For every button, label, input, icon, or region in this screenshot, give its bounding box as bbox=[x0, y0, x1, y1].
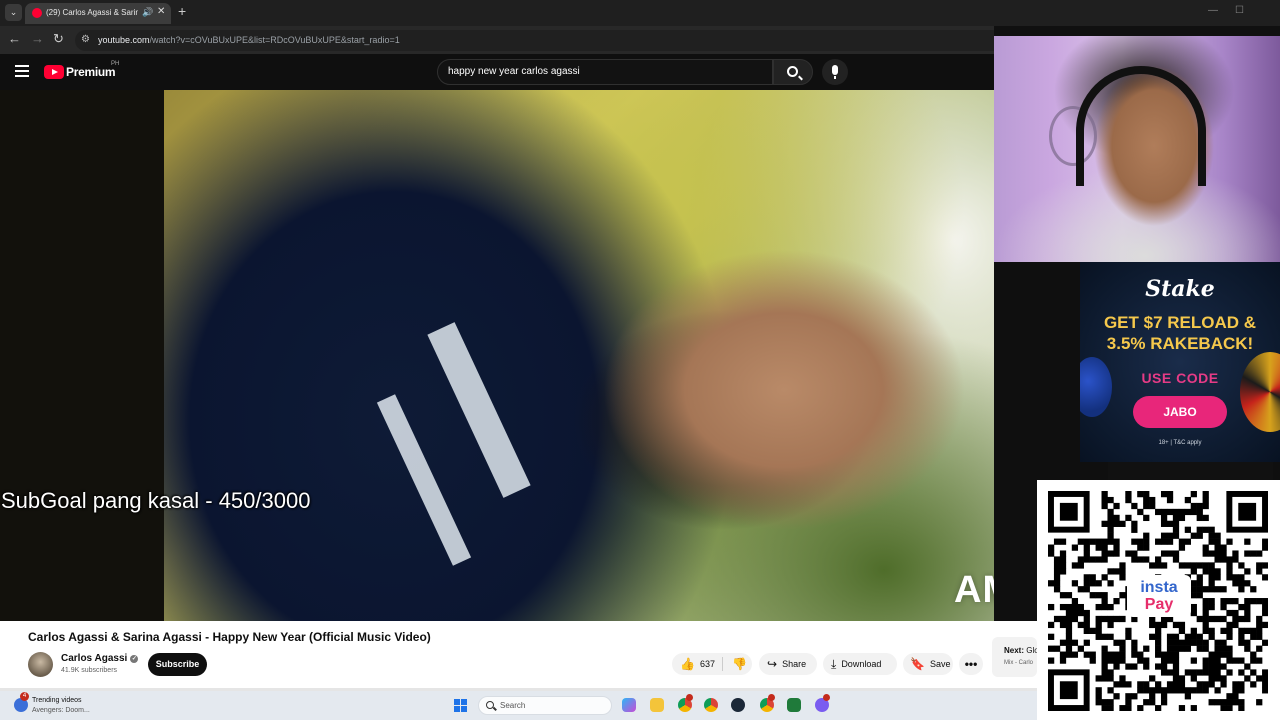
video-details: Carlos Agassi & Sarina Agassi - Happy Ne… bbox=[0, 621, 1037, 688]
reload-button[interactable]: ↻ bbox=[53, 31, 64, 47]
voice-search-button[interactable] bbox=[822, 59, 848, 85]
ad-roulette-graphic bbox=[1240, 352, 1280, 432]
microphone-icon bbox=[832, 65, 838, 79]
like-count: 637 bbox=[699, 659, 715, 669]
widgets-badge: 4 bbox=[20, 692, 29, 701]
download-icon: ⤓ bbox=[831, 657, 837, 671]
webcam-top-strip bbox=[994, 26, 1280, 36]
url-path: /watch?v=cOVuBUxUPE&list=RDcOVuBUxUPE&st… bbox=[149, 35, 400, 45]
back-button[interactable]: ← bbox=[8, 31, 21, 46]
browser-tab-strip: ⌄ (29) Carlos Agassi & Sarina Agassi - H… bbox=[0, 0, 1280, 26]
more-actions-button[interactable]: ••• bbox=[959, 653, 983, 675]
instapay-logo: insta Pay bbox=[1127, 575, 1191, 617]
overlay-gap bbox=[1108, 462, 1273, 480]
subscribe-button[interactable]: Subscribe bbox=[148, 653, 207, 676]
minimize-icon[interactable]: — bbox=[1208, 5, 1218, 16]
ad-headline: GET $7 RELOAD & 3.5% RAKEBACK! bbox=[1080, 312, 1280, 354]
widgets-subtitle[interactable]: Avengers: Doom... bbox=[32, 707, 90, 714]
ad-ball-graphic bbox=[1080, 357, 1112, 417]
tab-title: (29) Carlos Agassi & Sarina Agassi - Hap… bbox=[46, 8, 138, 17]
streaming-app-icon[interactable] bbox=[787, 698, 801, 712]
save-button[interactable]: 🔖 Save bbox=[903, 653, 953, 675]
youtube-premium-wordmark[interactable]: Premium bbox=[66, 65, 116, 79]
channel-name[interactable]: Carlos Agassi ✓ bbox=[61, 653, 139, 664]
share-button[interactable]: ↪ Share bbox=[759, 653, 817, 675]
region-code: PH bbox=[111, 61, 120, 67]
search-input[interactable]: happy new year carlos agassi bbox=[437, 59, 773, 85]
share-label: Share bbox=[782, 659, 807, 669]
save-label: Save bbox=[929, 659, 951, 669]
ad-headline-line2: 3.5% RAKEBACK! bbox=[1106, 334, 1254, 353]
share-icon: ↪ bbox=[767, 657, 778, 671]
like-button[interactable]: 👍 637 bbox=[680, 657, 715, 671]
like-divider bbox=[722, 657, 723, 671]
new-tab-button[interactable]: + bbox=[178, 3, 186, 19]
url-domain: youtube.com bbox=[98, 35, 150, 45]
copilot-icon[interactable] bbox=[622, 698, 636, 712]
up-next-card[interactable]: Next: Glo Mix - Carlo bbox=[992, 637, 1037, 677]
verified-icon: ✓ bbox=[130, 655, 139, 663]
instapay-qr-panel: insta Pay bbox=[1037, 480, 1280, 720]
channel-avatar[interactable] bbox=[28, 652, 53, 677]
youtube-logo-icon[interactable] bbox=[44, 65, 64, 79]
video-title: Carlos Agassi & Sarina Agassi - Happy Ne… bbox=[28, 630, 431, 644]
jersey-stripe bbox=[376, 394, 472, 566]
windows-start-icon[interactable] bbox=[454, 699, 467, 712]
chrome-profile-icon[interactable] bbox=[704, 698, 718, 712]
browser-tab-youtube[interactable]: (29) Carlos Agassi & Sarina Agassi - Hap… bbox=[25, 3, 171, 24]
taskbar-search[interactable]: Search bbox=[478, 696, 612, 715]
tab-close-icon[interactable]: ✕ bbox=[157, 6, 165, 17]
windows-taskbar: 4 Trending videos Avengers: Doom... Sear… bbox=[0, 691, 1037, 720]
ad-promo-code: JABO bbox=[1133, 396, 1227, 428]
subscriber-count: 41.9K subscribers bbox=[61, 667, 118, 674]
youtube-favicon-icon bbox=[32, 8, 42, 18]
menu-icon[interactable] bbox=[15, 65, 29, 77]
search-button[interactable] bbox=[773, 59, 813, 85]
up-next-title: Glo bbox=[1026, 646, 1037, 655]
tab-list-button[interactable]: ⌄ bbox=[5, 4, 22, 21]
site-info-icon[interactable]: ⚙ bbox=[81, 34, 90, 45]
discord-icon[interactable] bbox=[815, 694, 830, 712]
chrome-icon[interactable] bbox=[678, 694, 693, 712]
ad-terms: 18+ | T&C apply bbox=[1158, 440, 1202, 446]
download-label: Download bbox=[841, 659, 882, 669]
forward-button[interactable]: → bbox=[31, 31, 44, 46]
streamer-webcam bbox=[994, 36, 1280, 262]
discord-badge bbox=[823, 694, 830, 701]
like-dislike-group: 👍 637 👎 bbox=[672, 653, 752, 675]
up-next-label: Next: Glo bbox=[1004, 646, 1037, 655]
download-button[interactable]: ⤓ Download bbox=[823, 653, 897, 675]
taskbar-search-label: Search bbox=[500, 701, 526, 710]
thumbs-up-icon: 👍 bbox=[680, 657, 695, 671]
stake-logo: Stake bbox=[1145, 276, 1215, 302]
bookmark-icon: 🔖 bbox=[910, 657, 925, 671]
ad-use-code-label: USE CODE bbox=[1141, 370, 1219, 386]
chrome-active-icon[interactable] bbox=[760, 694, 775, 712]
thumbs-down-icon[interactable]: 👎 bbox=[732, 653, 747, 675]
url-text: youtube.com/watch?v=cOVuBUxUPE&list=RDcO… bbox=[98, 35, 400, 45]
widgets-title[interactable]: Trending videos bbox=[32, 697, 82, 704]
steam-icon[interactable] bbox=[731, 698, 745, 712]
stream-subgoal-overlay: SubGoal pang kasal - 450/3000 bbox=[1, 488, 311, 513]
instapay-logo-line1: insta bbox=[1140, 579, 1178, 596]
video-frame[interactable]: AMIR OF R bbox=[164, 90, 994, 621]
ad-headline-line1: GET $7 RELOAD & bbox=[1103, 313, 1257, 332]
screen: ⌄ (29) Carlos Agassi & Sarina Agassi - H… bbox=[0, 0, 1280, 720]
chrome-notification-badge bbox=[686, 694, 693, 701]
maximize-icon[interactable]: ☐ bbox=[1235, 5, 1244, 16]
chrome-active-badge bbox=[768, 694, 775, 701]
search-icon bbox=[787, 66, 798, 77]
up-next-subtitle: Mix - Carlo bbox=[1004, 660, 1034, 666]
taskbar-search-icon bbox=[486, 701, 494, 709]
stake-ad-banner: Stake GET $7 RELOAD & 3.5% RAKEBACK! USE… bbox=[1080, 262, 1280, 462]
instapay-logo-line2: Pay bbox=[1144, 596, 1174, 613]
jersey-stripe bbox=[427, 322, 531, 498]
video-player[interactable]: AMIR OF R SubGoal pang kasal - 450/3000 bbox=[0, 90, 994, 621]
tab-audio-icon[interactable]: 🔊 bbox=[142, 7, 153, 18]
headset bbox=[1076, 66, 1206, 186]
file-explorer-icon[interactable] bbox=[650, 698, 664, 712]
channel-name-text[interactable]: Carlos Agassi bbox=[61, 653, 127, 664]
video-watermark: AMIR OF R bbox=[954, 569, 994, 611]
